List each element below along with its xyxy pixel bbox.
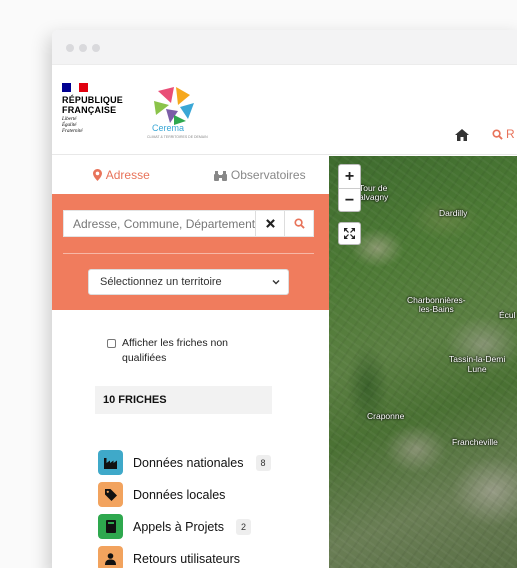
map-place-label: Craponne [367,411,405,421]
tag-icon [98,482,123,507]
search-panel: Sélectionnez un territoire [52,194,329,310]
category-label: Données locales [133,487,226,502]
site-header: RÉPUBLIQUE FRANÇAISE Liberté Égalité Fra… [52,65,517,172]
nav-item-label: R [506,127,515,141]
window-control-dot[interactable] [66,44,74,52]
factory-icon [98,450,123,475]
sidebar-tabs: Adresse Observatoires [52,156,329,194]
search-icon [492,128,503,140]
unqualified-friches-checkbox[interactable] [107,339,116,348]
tab-observatoires[interactable]: Observatoires [191,156,330,194]
zoom-control: + − [338,164,361,212]
satellite-map[interactable]: Tour de alvagny Dardilly Charbonnières-le… [329,156,517,568]
result-category-appels-a-projets[interactable]: Appels à Projets 2 [98,514,252,539]
zoom-out-button[interactable]: − [339,189,360,212]
close-icon [265,219,275,228]
search-input[interactable] [64,211,255,236]
unqualified-friches-option[interactable]: Afficher les friches non qualifiées [107,336,267,366]
search-icon [293,218,305,229]
republic-title: RÉPUBLIQUE FRANÇAISE [62,95,124,115]
republique-francaise-logo[interactable]: RÉPUBLIQUE FRANÇAISE Liberté Égalité Fra… [62,83,142,135]
map-place-label: Écul [499,310,516,320]
map-place-label: Francheville [452,437,498,447]
map-place-label: Tassin-la-Demi Lune [449,354,506,374]
category-count-badge: 2 [236,518,252,535]
territory-select-value: Sélectionnez un territoire [100,276,222,288]
tab-label: Adresse [105,168,150,182]
fullscreen-button[interactable] [338,222,361,245]
result-category-donnees-nationales[interactable]: Données nationales 8 [98,450,271,475]
tab-adresse[interactable]: Adresse [52,156,191,194]
category-label: Appels à Projets [133,519,225,534]
map-place-label: Tour de alvagny [359,183,389,202]
result-category-donnees-locales[interactable]: Données locales [98,482,225,507]
sidebar: Adresse Observatoires Adresse, Commune, … [52,156,329,568]
result-category-retours-utilisateurs[interactable]: Retours utilisateurs [98,546,240,568]
search-button[interactable] [284,211,313,236]
user-icon [98,546,123,568]
zoom-in-button[interactable]: + [339,165,360,188]
checkbox-label: Afficher les friches non qualifiées [122,337,229,364]
home-icon[interactable] [454,127,470,143]
nav-item-recherche[interactable]: R [492,127,515,141]
window-control-dot[interactable] [79,44,87,52]
expand-icon [344,228,355,239]
cerema-subtitle: CLIMAT & TERRITOIRES DE DEMAIN [147,135,208,139]
category-label: Données nationales [133,455,244,470]
map-place-label: Dardilly [439,208,468,218]
browser-window: RÉPUBLIQUE FRANÇAISE Liberté Égalité Fra… [52,30,517,568]
tab-label: Observatoires [230,168,306,182]
category-label: Retours utilisateurs [133,551,240,566]
search-box [63,210,314,237]
cerema-name: Cerema [152,123,185,133]
window-titlebar [52,30,517,65]
friches-count-header: 10 FRICHES [95,386,272,414]
territory-select[interactable]: Sélectionnez un territoire [88,269,289,295]
french-flag-icon [62,83,89,92]
panel-divider [63,253,314,254]
map-place-label: Charbonnières-les-Bains [407,295,466,314]
window-control-dot[interactable] [92,44,100,52]
binoculars-icon [213,170,227,181]
category-count-badge: 8 [255,454,271,471]
clear-button[interactable] [255,211,284,236]
book-icon [98,514,123,539]
map-marker-icon [92,169,102,181]
chevron-down-icon [272,280,280,285]
republic-motto: Liberté Égalité Fraternité [62,117,83,134]
